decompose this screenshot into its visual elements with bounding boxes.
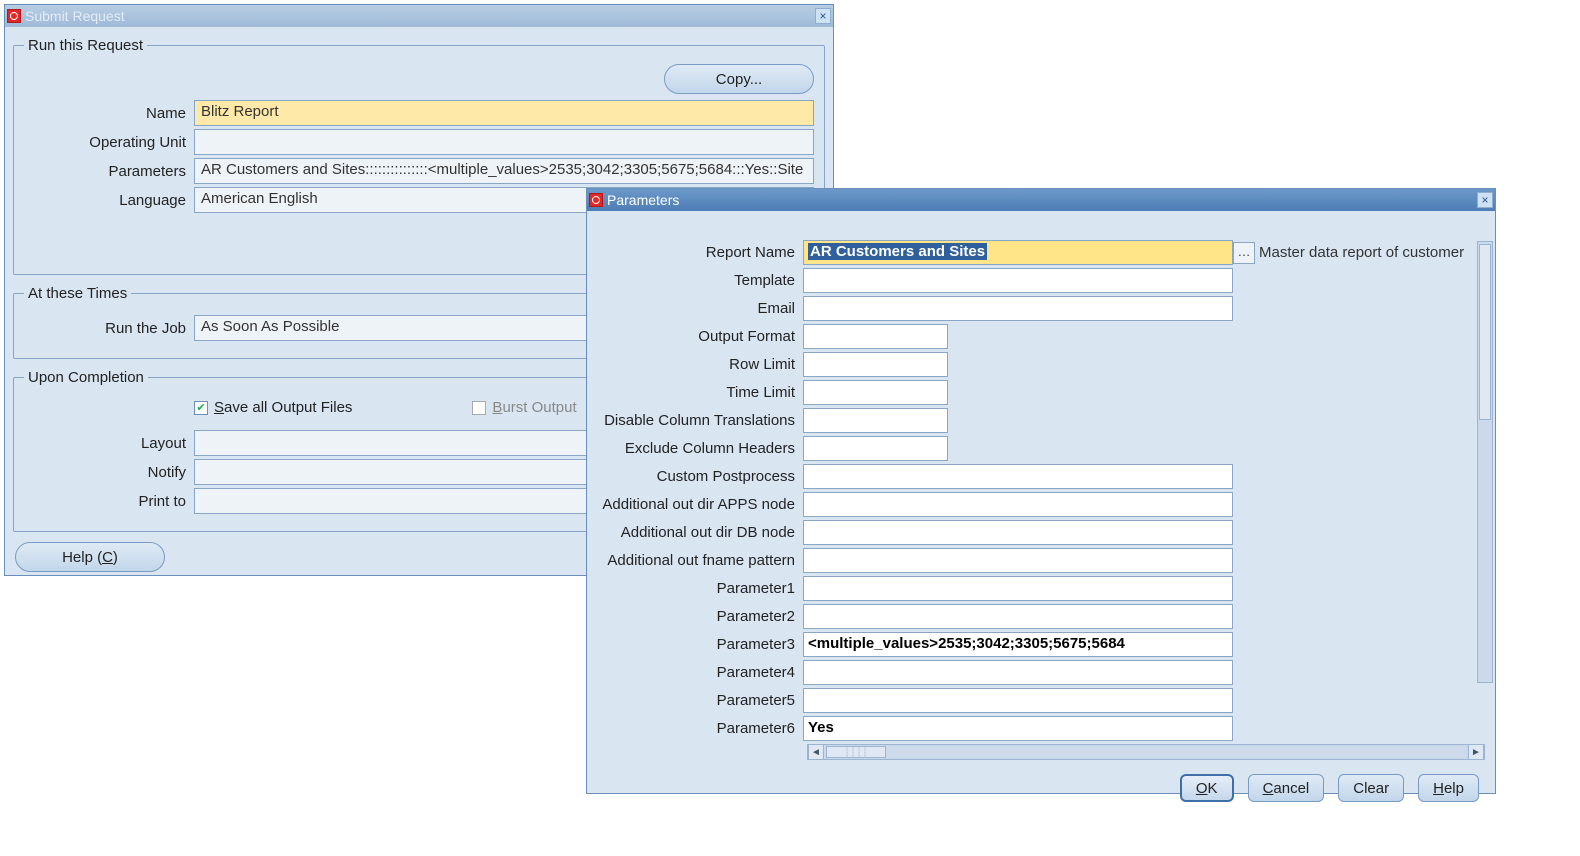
row-limit-label: Row Limit: [593, 356, 803, 373]
operating-unit-label: Operating Unit: [24, 134, 194, 151]
clear-button[interactable]: Clear: [1338, 774, 1404, 802]
parameters-title: Parameters: [607, 192, 1477, 208]
language-label: Language: [24, 192, 194, 209]
parameter3-field[interactable]: <multiple_values>2535;3042;3305;5675;568…: [803, 632, 1233, 657]
lov-button[interactable]: …: [1233, 242, 1255, 264]
addl-out-fname-label: Additional out fname pattern: [593, 552, 803, 569]
parameter6-field[interactable]: Yes: [803, 716, 1233, 741]
horizontal-scrollbar[interactable]: ◄ ►: [807, 744, 1485, 760]
time-limit-field[interactable]: [803, 380, 948, 405]
cancel-button[interactable]: Cancel: [1248, 774, 1325, 802]
parameter5-label: Parameter5: [593, 692, 803, 709]
burst-output-checkbox[interactable]: Burst Output: [472, 399, 576, 416]
time-limit-label: Time Limit: [593, 384, 803, 401]
report-name-label: Report Name: [593, 244, 803, 261]
close-icon[interactable]: ×: [815, 8, 831, 24]
scrollbar-thumb[interactable]: [1479, 244, 1491, 420]
parameter6-label: Parameter6: [593, 720, 803, 737]
close-icon[interactable]: ×: [1477, 192, 1493, 208]
checkbox-unchecked-icon: [472, 401, 486, 415]
parameters-label: Parameters: [24, 163, 194, 180]
parameters-field[interactable]: AR Customers and Sites:::::::::::::::<mu…: [194, 158, 814, 184]
parameter2-field[interactable]: [803, 604, 1233, 629]
submit-request-title: Submit Request: [25, 8, 815, 24]
parameter1-label: Parameter1: [593, 580, 803, 597]
print-to-label: Print to: [24, 493, 194, 510]
help-button[interactable]: Help (C): [15, 542, 165, 572]
output-format-field[interactable]: [803, 324, 948, 349]
parameter4-field[interactable]: [803, 660, 1233, 685]
oracle-icon: [7, 9, 21, 23]
addl-out-dir-apps-label: Additional out dir APPS node: [593, 496, 803, 513]
addl-out-dir-db-label: Additional out dir DB node: [593, 524, 803, 541]
addl-out-dir-apps-field[interactable]: [803, 492, 1233, 517]
checkbox-checked-icon: ✔: [194, 401, 208, 415]
disable-col-trans-label: Disable Column Translations: [593, 412, 803, 429]
parameter1-field[interactable]: [803, 576, 1233, 601]
name-field[interactable]: Blitz Report: [194, 100, 814, 126]
email-field[interactable]: [803, 296, 1233, 321]
parameter3-label: Parameter3: [593, 636, 803, 653]
email-label: Email: [593, 300, 803, 317]
exclude-col-headers-label: Exclude Column Headers: [593, 440, 803, 457]
help-button[interactable]: Help: [1418, 774, 1479, 802]
addl-out-fname-field[interactable]: [803, 548, 1233, 573]
row-limit-field[interactable]: [803, 352, 948, 377]
parameter5-field[interactable]: [803, 688, 1233, 713]
exclude-col-headers-field[interactable]: [803, 436, 948, 461]
parameters-button-row: OK Cancel Clear Help: [593, 766, 1489, 808]
custom-postprocess-label: Custom Postprocess: [593, 468, 803, 485]
addl-out-dir-db-field[interactable]: [803, 520, 1233, 545]
operating-unit-field[interactable]: [194, 129, 814, 155]
layout-label: Layout: [24, 435, 194, 452]
template-label: Template: [593, 272, 803, 289]
upon-completion-legend: Upon Completion: [24, 369, 148, 386]
oracle-icon: [589, 193, 603, 207]
run-the-job-label: Run the Job: [24, 320, 194, 337]
run-this-request-legend: Run this Request: [24, 37, 147, 54]
save-all-output-checkbox[interactable]: ✔ Save all Output Files: [194, 399, 352, 416]
parameter4-label: Parameter4: [593, 664, 803, 681]
custom-postprocess-field[interactable]: [803, 464, 1233, 489]
scroll-left-icon[interactable]: ◄: [808, 745, 824, 759]
notify-label: Notify: [24, 464, 194, 481]
disable-col-trans-field[interactable]: [803, 408, 948, 433]
ok-button[interactable]: OK: [1180, 774, 1234, 802]
at-these-times-legend: At these Times: [24, 285, 131, 302]
parameters-titlebar[interactable]: Parameters ×: [587, 189, 1495, 211]
output-format-label: Output Format: [593, 328, 803, 345]
report-name-hint: Master data report of customer ma: [1255, 244, 1467, 261]
scroll-right-icon[interactable]: ►: [1468, 745, 1484, 759]
report-name-field[interactable]: AR Customers and Sites: [803, 240, 1233, 265]
name-label: Name: [24, 105, 194, 122]
submit-request-titlebar[interactable]: Submit Request ×: [5, 5, 833, 27]
scrollbar-thumb[interactable]: [826, 746, 886, 758]
copy-button[interactable]: Copy...: [664, 64, 814, 94]
template-field[interactable]: [803, 268, 1233, 293]
parameters-body: Report Name AR Customers and Sites … Mas…: [587, 211, 1495, 793]
parameters-window: Parameters × Report Name AR Customers an…: [586, 188, 1496, 794]
parameter2-label: Parameter2: [593, 608, 803, 625]
vertical-scrollbar[interactable]: [1477, 241, 1493, 683]
